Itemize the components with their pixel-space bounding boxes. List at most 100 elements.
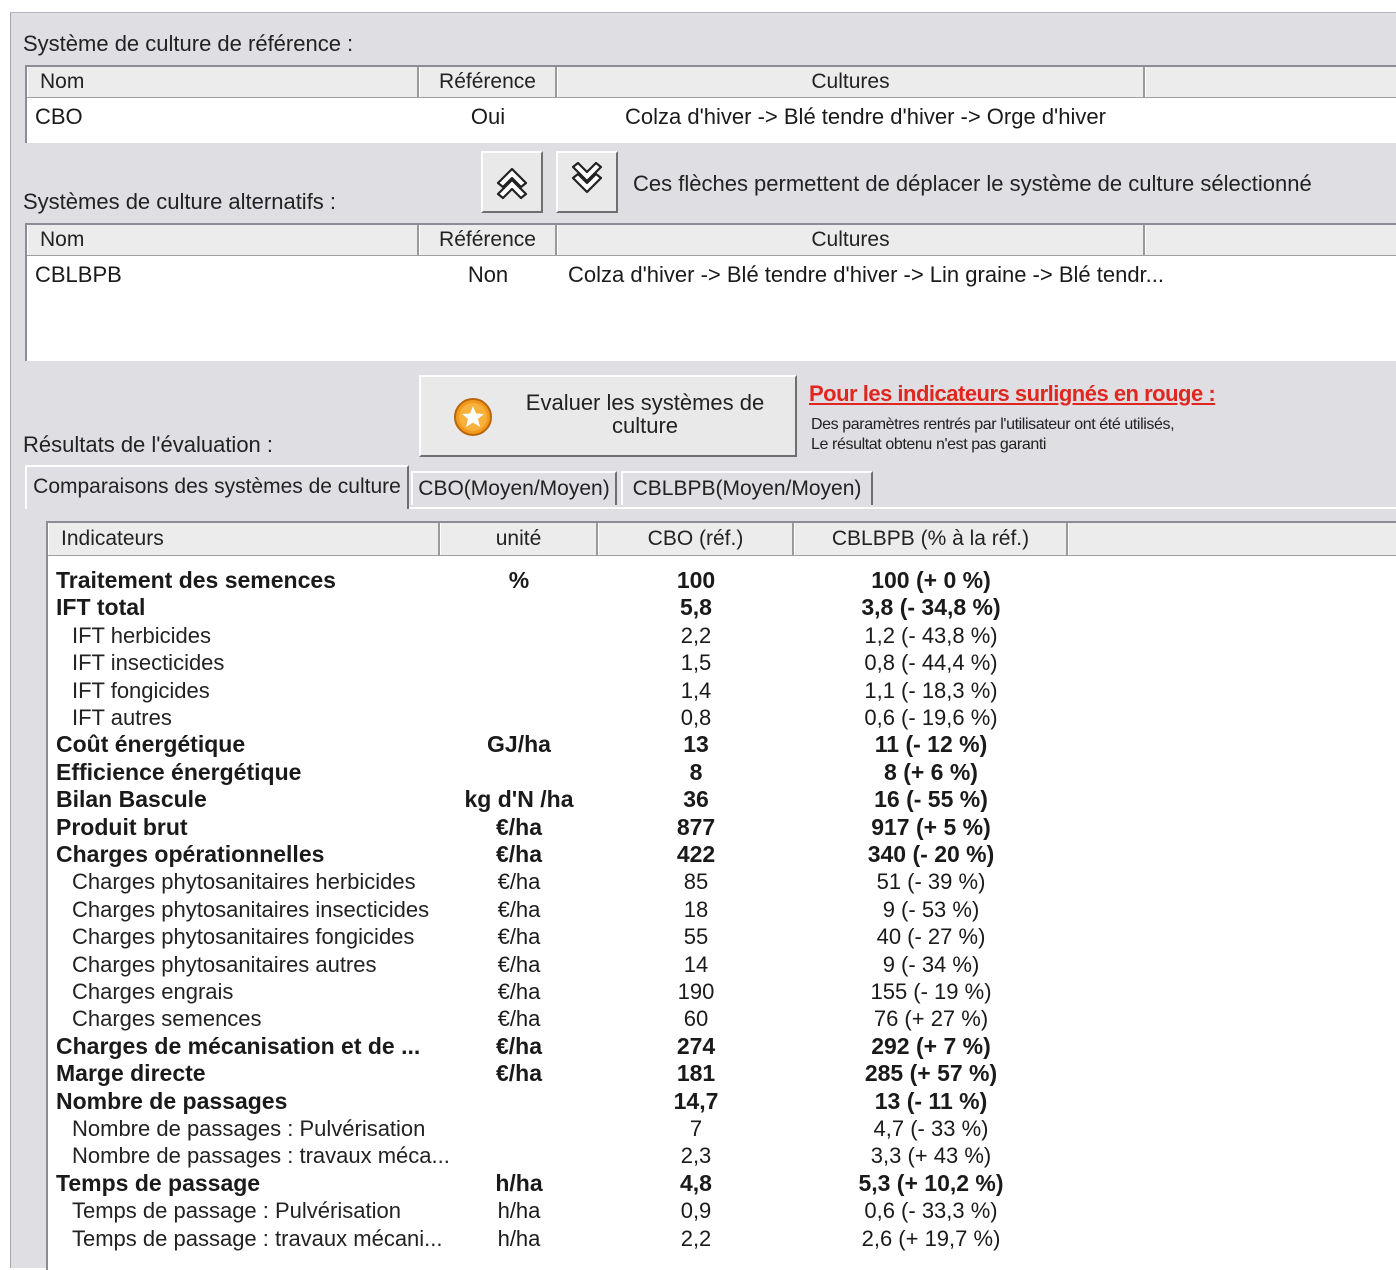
table-row[interactable]: Charges engrais €/ha 190 155 (- 19 %) xyxy=(48,978,1396,1005)
table-row[interactable]: IFT fongicides 1,4 1,1 (- 18,3 %) xyxy=(48,677,1396,704)
indicator-unit: kg d'N /ha xyxy=(464,786,574,813)
move-down-button[interactable] xyxy=(556,151,618,213)
indicator-ref-value: 181 xyxy=(676,1060,716,1087)
indicator-name: Bilan Bascule xyxy=(56,786,207,813)
indicator-name: Temps de passage xyxy=(56,1169,261,1196)
tab-cblbpb[interactable]: CBLBPB(Moyen/Moyen) xyxy=(621,471,873,505)
indicator-alt-value: 3,8 (- 34,8 %) xyxy=(861,594,1001,621)
table-row[interactable]: Efficience énergétique 8 8 (+ 6 %) xyxy=(48,759,1396,786)
col-empty-header xyxy=(1145,225,1396,255)
indicator-unit: €/ha xyxy=(497,924,541,950)
orange-star-icon xyxy=(454,398,492,436)
indicator-ref-value: 7 xyxy=(689,1116,703,1141)
table-row[interactable]: IFT total 5,8 3,8 (- 34,8 %) xyxy=(48,594,1396,621)
double-chevron-down-icon xyxy=(571,161,603,194)
table-row[interactable]: Traitement des semences% 100 100 (+ 0 %) xyxy=(48,567,1396,594)
col-cultures-header[interactable]: Cultures xyxy=(557,225,1145,255)
indicator-alt-value: 1,2 (- 43,8 %) xyxy=(864,622,998,648)
col-reference-header[interactable]: Référence xyxy=(419,67,557,97)
indicator-name: Nombre de passages : Pulvérisation xyxy=(72,1116,426,1141)
table-row[interactable]: Produit brut €/ha 877 917 (+ 5 %) xyxy=(48,814,1396,841)
indicator-name: Charges phytosanitaires fongicides xyxy=(72,924,415,950)
table-row[interactable]: Charges phytosanitaires herbicides €/ha 85… xyxy=(48,868,1396,895)
reference-section-label: Système de culture de référence : xyxy=(23,31,354,56)
tab-cbo[interactable]: CBO(Moyen/Moyen) xyxy=(411,471,617,505)
indicator-ref-value: 422 xyxy=(676,841,716,867)
table-row[interactable]: Temps de passage : Pulvérisation h/ha 0,9 0… xyxy=(48,1197,1396,1224)
indicator-name: Produit brut xyxy=(56,813,188,840)
table-row[interactable]: Coût énergétique GJ/ha 13 11 (- 12 %) xyxy=(48,731,1396,758)
indicator-name: Nombre de passages : travaux méca... xyxy=(72,1143,450,1169)
indicator-alt-value: 11 (- 12 %) xyxy=(874,731,988,758)
indicator-unit: €/ha xyxy=(497,869,541,895)
indicator-ref-value: 60 xyxy=(683,1006,709,1032)
col-cultures-header[interactable]: Cultures xyxy=(557,67,1145,97)
table-row[interactable]: Charges opérationnelles €/ha 422 340 (- 20 … xyxy=(48,841,1396,868)
alternatives-listview[interactable]: Nom Référence Cultures CBLBPB Non Colza … xyxy=(25,223,1396,361)
indicator-alt-value: 340 (- 20 %) xyxy=(867,841,995,867)
alternative-row[interactable]: CBLBPB Non Colza d'hiver -> Blé tendre d… xyxy=(27,257,1396,293)
table-row[interactable]: Nombre de passages : Pulvérisation 7 4,7 (… xyxy=(48,1115,1396,1142)
col-unite-header[interactable]: unité xyxy=(440,523,598,555)
col-cbo-header[interactable]: CBO (réf.) xyxy=(598,523,794,555)
table-row[interactable]: Charges de mécanisation et de ... €/ha 274… xyxy=(48,1033,1396,1060)
table-row[interactable]: Charges phytosanitaires fongicides €/ha 55… xyxy=(48,923,1396,950)
table-row[interactable]: Bilan Bascule kg d'N /ha 36 16 (- 55 %) xyxy=(48,786,1396,813)
table-row[interactable]: IFT autres 0,8 0,6 (- 19,6 %) xyxy=(48,704,1396,731)
indicator-alt-value: 76 (+ 27 %) xyxy=(873,1006,989,1032)
row-nom: CBO xyxy=(35,104,83,129)
indicator-ref-value: 55 xyxy=(683,924,709,950)
indicator-name: Efficience énergétique xyxy=(56,758,302,785)
indicator-unit: h/ha xyxy=(495,1169,543,1196)
indicator-ref-value: 2,2 xyxy=(680,622,712,648)
move-up-button[interactable] xyxy=(481,151,543,213)
evaluate-button-label: Evaluer les systèmes de culture xyxy=(501,391,789,437)
indicator-alt-value: 285 (+ 57 %) xyxy=(864,1060,998,1087)
results-listview[interactable]: Indicateurs unité CBO (réf.) CBLBPB (% à… xyxy=(46,521,1396,1270)
indicator-name: Charges phytosanitaires herbicides xyxy=(72,869,416,895)
tab-comparaisons[interactable]: Comparaisons des systèmes de culture xyxy=(25,465,409,509)
row-nom: CBLBPB xyxy=(35,262,122,287)
indicator-name: Nombre de passages xyxy=(56,1087,288,1114)
indicator-unit: €/ha xyxy=(495,1060,543,1087)
window: Système de culture de référence : Nom Ré… xyxy=(10,12,1396,1270)
alternatives-header: Nom Référence Cultures xyxy=(27,225,1396,256)
indicator-ref-value: 1,5 xyxy=(680,650,712,676)
col-nom-header[interactable]: Nom xyxy=(27,67,419,97)
table-row[interactable]: IFT herbicides 2,2 1,2 (- 43,8 %) xyxy=(48,622,1396,649)
table-row[interactable]: Temps de passage h/ha 4,8 5,3 (+ 10,2 %) xyxy=(48,1170,1396,1197)
indicator-alt-value: 2,6 (+ 19,7 %) xyxy=(861,1225,1001,1251)
indicator-ref-value: 0,8 xyxy=(680,705,712,730)
reference-listview[interactable]: Nom Référence Cultures CBO Oui Colza d'h… xyxy=(25,65,1396,143)
table-row[interactable]: Charges phytosanitaires autres €/ha 14 9 (-… xyxy=(48,951,1396,978)
indicator-name: Temps de passage : travaux mécani... xyxy=(72,1225,443,1251)
indicator-alt-value: 9 (- 53 %) xyxy=(882,896,980,922)
table-row[interactable]: Temps de passage : travaux mécani... h/ha… xyxy=(48,1225,1396,1252)
indicator-ref-value: 13 xyxy=(683,731,709,758)
col-reference-header[interactable]: Référence xyxy=(419,225,557,255)
indicator-name: Marge directe xyxy=(56,1060,206,1087)
reference-row[interactable]: CBO Oui Colza d'hiver -> Blé tendre d'hi… xyxy=(27,99,1396,135)
table-row[interactable]: Charges phytosanitaires insecticides €/ha… xyxy=(48,896,1396,923)
indicator-unit: h/ha xyxy=(497,1225,541,1251)
table-row[interactable]: Nombre de passages 14,7 13 (- 11 %) xyxy=(48,1088,1396,1115)
indicator-unit: €/ha xyxy=(497,1006,541,1032)
indicator-alt-value: 5,3 (+ 10,2 %) xyxy=(858,1169,1004,1196)
col-nom-header[interactable]: Nom xyxy=(27,225,419,255)
col-empty-header xyxy=(1068,523,1396,555)
table-row[interactable]: Nombre de passages : travaux méca... 2,3 3… xyxy=(48,1142,1396,1169)
reference-header: Nom Référence Cultures xyxy=(27,67,1396,98)
indicator-alt-value: 100 (+ 0 %) xyxy=(871,567,991,593)
evaluate-label-line2: culture xyxy=(611,413,679,438)
indicator-alt-value: 1,1 (- 18,3 %) xyxy=(864,677,998,703)
evaluate-label-line1: Evaluer les systèmes de xyxy=(525,390,765,415)
table-row[interactable]: Marge directe €/ha 181 285 (+ 57 %) xyxy=(48,1060,1396,1087)
table-row[interactable]: Charges semences €/ha 60 76 (+ 27 %) xyxy=(48,1005,1396,1032)
col-cblbpb-header[interactable]: CBLBPB (% à la réf.) xyxy=(794,523,1068,555)
table-row[interactable]: IFT insecticides 1,5 0,8 (- 44,4 %) xyxy=(48,649,1396,676)
indicator-unit: % xyxy=(508,567,530,593)
move-hint-text: Ces flèches permettent de déplacer le sy… xyxy=(633,171,1312,196)
col-indicateurs-header[interactable]: Indicateurs xyxy=(48,523,440,555)
indicator-alt-value: 13 (- 11 %) xyxy=(874,1087,988,1114)
evaluate-button[interactable]: Evaluer les systèmes de culture xyxy=(419,375,797,457)
